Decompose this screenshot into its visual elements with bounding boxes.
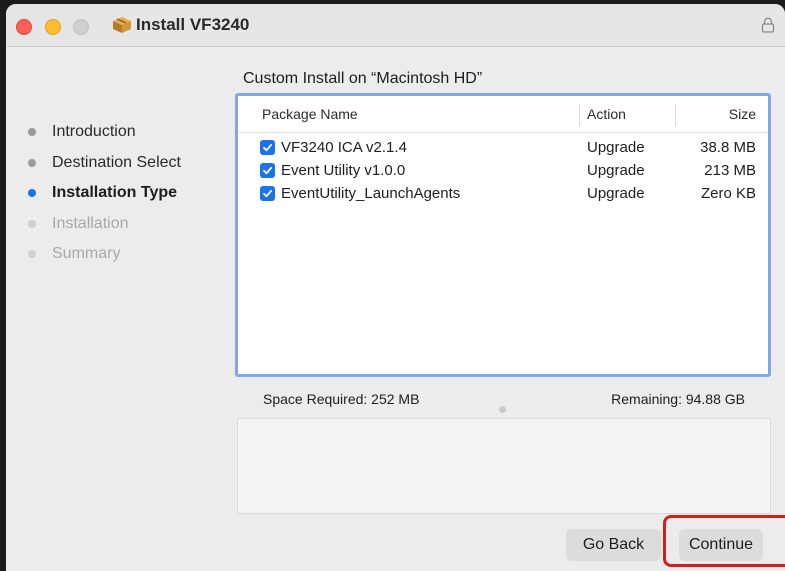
space-required: Space Required: 252 MB [263,391,420,407]
table-row[interactable]: EventUtility_LaunchAgents Upgrade Zero K… [238,184,768,206]
package-name: VF3240 ICA v2.1.4 [281,139,407,156]
space-remaining: Remaining: 94.88 GB [611,391,745,407]
column-header-package-name[interactable]: Package Name [262,106,358,122]
title-bar: Install VF3240 [6,4,785,47]
resize-handle[interactable] [499,406,506,413]
checkmark-icon [263,143,273,152]
sidebar-item-label: Introduction [52,123,136,140]
sidebar-item-installation: Installation [28,215,129,233]
package-checkbox[interactable] [260,163,275,178]
table-row[interactable]: Event Utility v1.0.0 Upgrade 213 MB [238,161,768,183]
zoom-window-button[interactable] [73,19,89,35]
close-window-button[interactable] [16,19,32,35]
sidebar-item-destination-select: Destination Select [28,154,181,172]
sidebar-item-summary: Summary [28,245,120,263]
package-icon [113,17,131,33]
package-checkbox[interactable] [260,140,275,155]
sidebar-item-introduction: Introduction [28,123,136,141]
step-dot [28,128,36,136]
step-dot [28,159,36,167]
package-size: 213 MB [704,162,756,179]
column-header-size[interactable]: Size [729,106,756,122]
sidebar-item-label: Installation [52,215,129,232]
column-divider [675,104,676,126]
continue-highlight-annotation [663,515,785,567]
package-description [237,418,771,514]
step-dot [28,189,36,197]
go-back-button[interactable]: Go Back [566,529,661,561]
column-header-action[interactable]: Action [587,106,626,122]
package-table[interactable]: Package Name Action Size VF3240 ICA v2.1… [235,93,771,377]
sidebar-item-label: Destination Select [52,154,181,171]
window-title: Install VF3240 [136,15,250,34]
column-divider [579,104,580,126]
package-name: Event Utility v1.0.0 [281,162,406,179]
sidebar-item-installation-type: Installation Type [28,184,177,202]
step-dot [28,250,36,258]
minimize-window-button[interactable] [45,19,61,35]
package-size: 38.8 MB [700,139,756,156]
package-size: Zero KB [700,185,756,202]
installer-window: Install VF3240 Introduction Destination … [6,4,785,571]
header-divider [238,132,768,133]
package-action: Upgrade [587,162,645,179]
package-action: Upgrade [587,139,645,156]
step-dot [28,220,36,228]
package-checkbox[interactable] [260,186,275,201]
checkmark-icon [263,189,273,198]
page-heading: Custom Install on “Macintosh HD” [243,70,483,87]
package-action: Upgrade [587,185,645,202]
disk-space-bar: Space Required: 252 MB Remaining: 94.88 … [237,380,771,418]
sidebar-item-label: Summary [52,245,121,262]
sidebar-item-label: Installation Type [52,184,178,201]
lock-icon[interactable] [761,17,775,33]
table-row[interactable]: VF3240 ICA v2.1.4 Upgrade 38.8 MB [238,138,768,160]
checkmark-icon [263,166,273,175]
package-name: EventUtility_LaunchAgents [281,185,461,202]
